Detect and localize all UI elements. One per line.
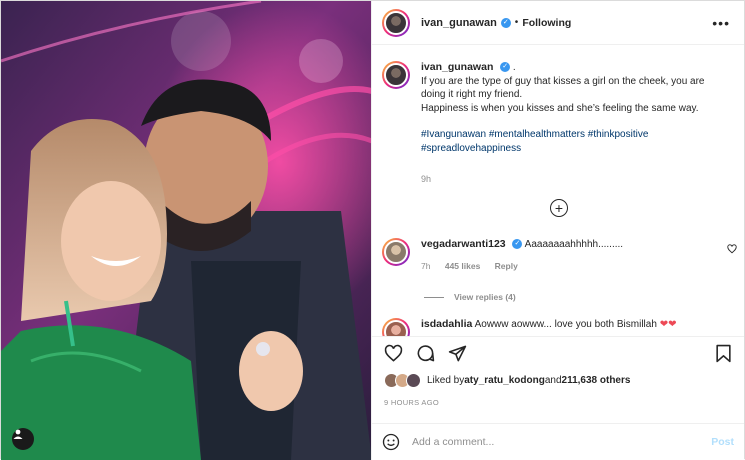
caption-hashtags: #Ivangunawan #mentalhealthmatters #think…	[421, 128, 721, 155]
caption-suffix: .	[512, 62, 516, 73]
comment-meta: 7h 445 likes Reply	[421, 260, 711, 273]
comment-text: Aowww aowww... love you both Bismillah	[474, 319, 657, 330]
heart-icon[interactable]	[382, 343, 404, 365]
verified-badge-icon: ✓	[500, 62, 511, 73]
add-comment-bar: Post	[372, 423, 744, 460]
reply-button[interactable]: Reply	[495, 261, 518, 271]
hashtag-link[interactable]: #mentalhealthmatters	[489, 129, 585, 140]
commenter-username[interactable]: vegadarwanti123	[421, 238, 506, 250]
bookmark-icon[interactable]	[712, 343, 734, 365]
separator-dot: •	[514, 17, 519, 28]
liker-avatars[interactable]	[384, 373, 421, 388]
caption-username[interactable]: ivan_gunawan	[421, 61, 493, 73]
comment-time[interactable]: 7h	[421, 261, 430, 271]
view-replies-label: View replies (4)	[454, 292, 516, 302]
caption: ivan_gunawan ✓ . If you are the type of …	[372, 46, 744, 187]
author-username[interactable]: ivan_gunawan	[421, 17, 497, 29]
liker-avatar	[406, 373, 421, 388]
liker-username[interactable]: aty_ratu_kodong	[464, 375, 545, 386]
verified-badge-icon: ✓	[500, 17, 511, 28]
post-comment-button[interactable]: Post	[711, 436, 734, 448]
post-actions-bar	[372, 336, 744, 370]
post-timestamp[interactable]: 9 HOURS AGO	[384, 398, 439, 407]
post-photo[interactable]	[1, 1, 371, 460]
more-options-icon[interactable]: •••	[712, 15, 734, 31]
hashtag-link[interactable]: #spreadlovehappiness	[421, 143, 521, 154]
author-avatar[interactable]	[382, 8, 410, 37]
instagram-post-modal: ivan_gunawan ✓ • Following ••• ivan_guna…	[0, 0, 745, 460]
comment-likes[interactable]: 445 likes	[445, 261, 480, 271]
verified-badge-icon: ✓	[512, 239, 523, 250]
post-side-panel: ivan_gunawan ✓ • Following ••• ivan_guna…	[371, 1, 744, 460]
likes-prefix: Liked by	[427, 375, 465, 386]
commenter-avatar[interactable]	[382, 238, 410, 266]
following-button[interactable]: Following	[522, 17, 571, 29]
caption-avatar[interactable]	[382, 61, 410, 89]
view-replies-button[interactable]: View replies (4)	[424, 292, 516, 302]
comment-like-heart-icon[interactable]	[727, 244, 737, 254]
caption-line-1: If you are the type of guy that kisses a…	[421, 75, 705, 101]
hashtag-link[interactable]: #Ivangunawan	[421, 129, 486, 140]
comment-icon[interactable]	[414, 343, 436, 365]
commenter-avatar[interactable]	[382, 318, 410, 336]
load-more-comments-icon[interactable]: +	[550, 199, 568, 217]
user-tag-icon[interactable]	[12, 428, 34, 450]
post-header: ivan_gunawan ✓ • Following •••	[372, 1, 744, 45]
replies-divider	[424, 296, 444, 298]
send-icon[interactable]	[446, 343, 468, 365]
red-heart-emoji-icon: ❤❤	[659, 319, 677, 330]
photo-illustration	[1, 1, 371, 460]
comment-item: vegadarwanti123 ✓ Aaaaaaaahhhhh.........…	[382, 238, 737, 273]
caption-time: 9h	[421, 174, 432, 184]
comments-area[interactable]: ivan_gunawan ✓ . If you are the type of …	[372, 46, 744, 336]
likes-middle: and	[544, 375, 562, 386]
comment-text: Aaaaaaaahhhhh.........	[524, 239, 624, 250]
emoji-icon[interactable]	[382, 433, 400, 451]
comment-input[interactable]	[412, 436, 704, 448]
comment-item: isdadahlia Aowww aowww... love you both …	[382, 318, 737, 336]
commenter-username[interactable]: isdadahlia	[421, 318, 472, 330]
caption-line-2: Happiness is when you kisses and she’s f…	[421, 102, 699, 114]
likes-others[interactable]: 211,638 others	[562, 375, 631, 386]
likes-summary: Liked by aty_ratu_kodong and 211,638 oth…	[384, 373, 630, 388]
hashtag-link[interactable]: #thinkpositive	[588, 129, 649, 140]
